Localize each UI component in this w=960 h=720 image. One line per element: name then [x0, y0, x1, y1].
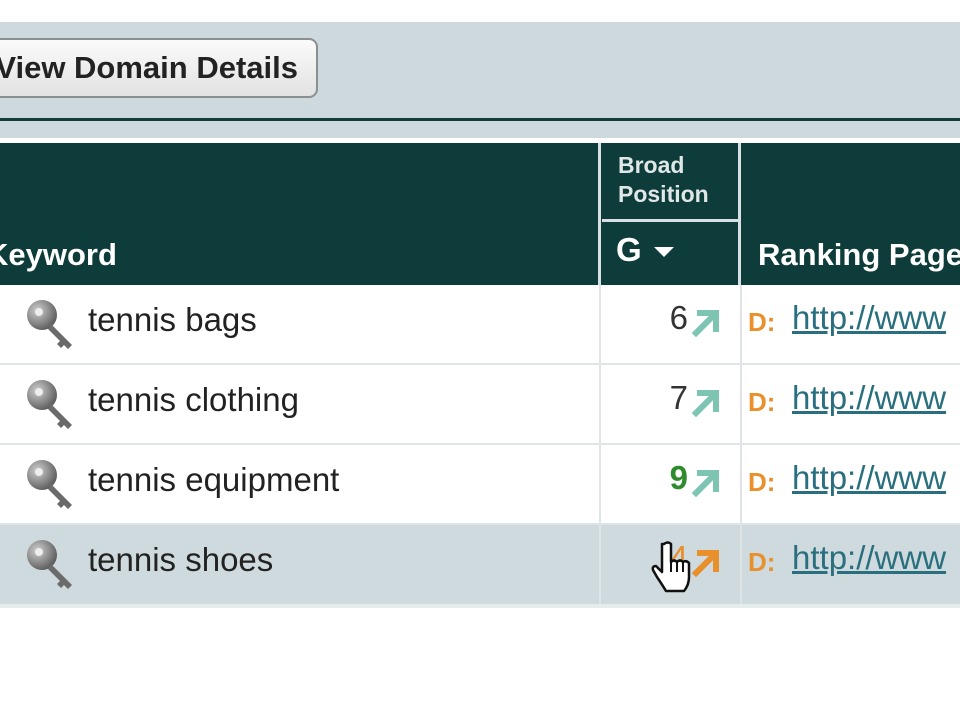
broad-position-value: 7	[669, 379, 688, 416]
arrow-up-right-icon	[691, 310, 719, 337]
table-row[interactable]: tennis bags 6 D: http://www	[0, 285, 960, 365]
key-icon	[27, 460, 72, 509]
table-row[interactable]: tennis shoes 4 D: http://www	[0, 525, 960, 605]
broad-position-value: 6	[669, 299, 688, 336]
toolbar: View Domain Details	[0, 22, 960, 118]
keyword-text[interactable]: tennis shoes	[88, 541, 273, 579]
ranking-page-link[interactable]: http://www	[792, 299, 946, 337]
cell-divider	[740, 445, 742, 525]
cell-divider	[599, 285, 601, 365]
broad-position-group: Broad Position	[602, 143, 738, 222]
ranking-page-link[interactable]: http://www	[792, 539, 946, 577]
table-row[interactable]: tennis clothing 7 D: http://www	[0, 365, 960, 445]
key-icon	[27, 300, 72, 349]
arrow-up-right-icon	[691, 470, 719, 497]
cell-divider	[599, 525, 601, 605]
view-domain-details-button[interactable]: View Domain Details	[0, 38, 318, 98]
d-label: D:	[748, 307, 776, 337]
cell-divider	[740, 525, 742, 605]
table-header: Keyword Broad Position G Ranking Page	[0, 143, 960, 285]
d-label: D:	[748, 387, 776, 417]
column-header-google[interactable]: G	[616, 231, 642, 269]
table-row[interactable]: tennis equipment 9 D: http://www	[0, 445, 960, 525]
hand-pointer-cursor	[651, 541, 691, 593]
column-header-keyword[interactable]: Keyword	[0, 237, 117, 273]
table-footer-band	[0, 604, 960, 608]
column-header-broad-position: Broad Position	[618, 152, 709, 207]
column-header-ranking-page[interactable]: Ranking Page	[758, 237, 960, 273]
cell-divider	[740, 365, 742, 445]
cell-divider	[599, 365, 601, 445]
key-icon	[27, 540, 72, 589]
ranking-page-link[interactable]: http://www	[792, 379, 946, 417]
ranking-page-link[interactable]: http://www	[792, 459, 946, 497]
key-icon	[27, 380, 72, 429]
column-divider	[598, 143, 601, 285]
d-label: D:	[748, 547, 776, 577]
broad-position-value: 9	[669, 459, 688, 496]
sort-caret-down-icon[interactable]	[654, 247, 674, 257]
header-divider	[0, 118, 960, 138]
column-divider	[738, 143, 741, 285]
d-label: D:	[748, 467, 776, 497]
cell-divider	[740, 285, 742, 365]
cell-divider	[599, 445, 601, 525]
keyword-text[interactable]: tennis bags	[88, 301, 257, 339]
arrow-up-right-icon	[691, 390, 719, 417]
keyword-text[interactable]: tennis clothing	[88, 381, 299, 419]
keyword-text[interactable]: tennis equipment	[88, 461, 339, 499]
